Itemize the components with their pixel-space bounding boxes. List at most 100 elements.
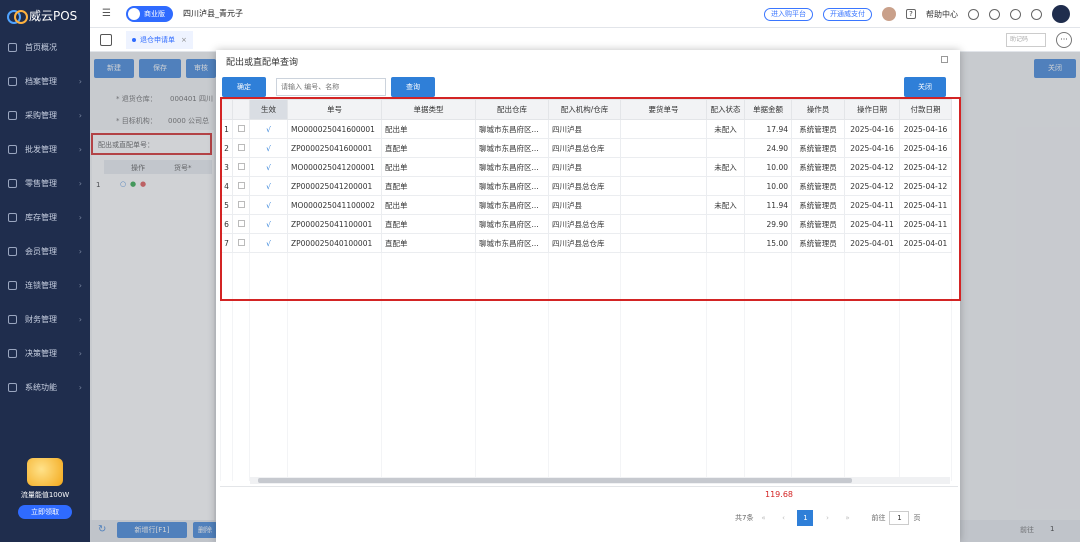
table-row[interactable]: 1 √ MO000025041600001 配出单 聊城市东昌府区... 四川泸县 未配入 1… [220,119,952,139]
sidebar-item[interactable]: 采购管理 › [0,98,90,132]
cell-ok: √ [249,119,288,139]
minimize-icon[interactable] [941,56,948,63]
sidebar-item[interactable]: 连锁管理 › [0,268,90,302]
help-center-link[interactable]: 帮助中心 [926,9,958,20]
empty-cell [249,423,288,443]
menu-toggle-icon[interactable]: ☰ [102,8,112,19]
table-row[interactable]: 6 √ ZP000025041100001 直配单 聊城市东昌府区... 四川泸县总仓库 2… [220,214,952,234]
column-header[interactable]: 单据类型 [381,99,476,120]
row-checkbox-cell[interactable] [232,233,250,253]
sidebar-item[interactable]: 决策管理 › [0,336,90,370]
row-checkbox-cell[interactable] [232,214,250,234]
empty-cell [475,290,549,310]
lock-icon[interactable] [1010,8,1021,20]
column-header[interactable]: 付款日期 [899,99,952,120]
dialog-close-button[interactable]: 关闭 [904,77,946,97]
diamond-icon [128,7,140,20]
column-header[interactable]: 要货单号 [620,99,707,120]
tab-return-request[interactable]: 退仓申请单 × [126,30,193,49]
sidebar-item[interactable]: 库存管理 › [0,200,90,234]
app-logo[interactable]: 威云POS [0,0,90,30]
cell-in: 四川泸县总仓库 [548,214,621,234]
scroll-thumb[interactable] [258,478,852,483]
row-checkbox-cell[interactable] [232,195,250,215]
cell-status: 未配入 [706,119,745,139]
info-icon[interactable] [968,8,979,20]
column-header[interactable] [220,99,233,120]
help-icon[interactable]: ? [906,9,916,19]
edition-badge[interactable]: 商业版 [126,5,173,22]
bell-icon[interactable] [989,8,1000,20]
row-checkbox[interactable] [237,162,245,170]
cell-n: 3 [220,157,233,177]
cell-ok: √ [249,233,288,253]
prev-page-icon[interactable]: ‹ [776,511,790,525]
column-header[interactable] [232,99,250,120]
power-icon[interactable] [1031,8,1042,20]
enter-platform-button[interactable]: 进入购平台 [764,7,813,21]
more-icon[interactable]: ··· [1056,31,1072,48]
claim-button[interactable]: 立即领取 [18,505,72,519]
cell-no: ZP000025041200001 [287,176,382,196]
sidebar-item[interactable]: 零售管理 › [0,166,90,200]
current-page[interactable]: 1 [797,510,814,526]
empty-cell [249,404,288,424]
row-checkbox[interactable] [237,124,245,132]
store-name: 四川泸县_青元子 [183,9,243,18]
row-checkbox-cell[interactable] [232,157,250,177]
table-row[interactable]: 7 √ ZP000025040100001 直配单 聊城市东昌府区... 四川泸县总仓库 1… [220,233,952,253]
cell-amount: 24.90 [744,138,792,158]
cell-n: 2 [220,138,233,158]
row-checkbox[interactable] [237,143,245,151]
first-page-icon[interactable]: « [756,511,770,525]
sidebar-item[interactable]: 批发管理 › [0,132,90,166]
row-checkbox[interactable] [237,238,245,246]
total-amount: 119.68 [765,490,793,499]
cell-op: 系统管理员 [791,233,845,253]
empty-cell [249,347,288,367]
column-header[interactable]: 单据金额 [744,99,792,120]
sidebar-item[interactable]: 首页概况 [0,30,90,64]
tab-search-input[interactable]: 助记码 [1006,32,1046,47]
column-header[interactable]: 生效 [249,99,288,120]
table-row[interactable]: 3 √ MO000025041200001 配出单 聊城市东昌府区... 四川泸县 未配入 1… [220,157,952,177]
row-checkbox[interactable] [237,200,245,208]
sidebar-item[interactable]: 财务管理 › [0,302,90,336]
column-header[interactable]: 配入机构/仓库 [548,99,621,120]
row-checkbox[interactable] [237,219,245,227]
column-header[interactable]: 操作日期 [844,99,900,120]
next-page-icon[interactable]: › [820,511,834,525]
table-row[interactable]: 4 √ ZP000025041200001 直配单 聊城市东昌府区... 四川泸县总仓库 1… [220,176,952,196]
last-page-icon[interactable]: » [840,511,854,525]
sidebar-item[interactable]: 会员管理 › [0,234,90,268]
cloud-app-icon[interactable] [1052,5,1070,23]
query-button[interactable]: 查询 [391,77,435,97]
table-row[interactable]: 5 √ MO000025041100002 配出单 聊城市东昌府区... 四川泸县 未配入 1… [220,195,952,215]
avatar[interactable] [882,7,896,21]
table-row[interactable]: 2 √ ZP000025041600001 直配单 聊城市东昌府区... 四川泸县总仓库 2… [220,138,952,158]
cell-ok: √ [249,195,288,215]
home-icon[interactable] [100,33,112,46]
cell-no: ZP000025041600001 [287,138,382,158]
column-header[interactable]: 配出仓库 [475,99,549,120]
empty-cell [791,423,845,443]
search-input[interactable] [276,78,386,96]
column-header[interactable]: 操作员 [791,99,845,120]
cell-status: 未配入 [706,157,745,177]
row-checkbox-cell[interactable] [232,138,250,158]
row-checkbox[interactable] [237,181,245,189]
cell-req [620,233,707,253]
row-checkbox-cell[interactable] [232,176,250,196]
row-checkbox-cell[interactable] [232,119,250,139]
sidebar-item[interactable]: 档案管理 › [0,64,90,98]
sidebar-item-label: 批发管理 [25,144,57,154]
empty-cell [620,309,707,329]
close-tab-icon[interactable]: × [181,36,187,44]
empty-cell [220,442,233,462]
column-header[interactable]: 配入状态 [706,99,745,120]
confirm-button[interactable]: 确定 [222,77,266,97]
goto-page-input[interactable]: 1 [889,511,910,525]
column-header[interactable]: 单号 [287,99,382,120]
sidebar-item[interactable]: 系统功能 › [0,370,90,404]
open-pay-button[interactable]: 开通威支付 [823,7,872,21]
